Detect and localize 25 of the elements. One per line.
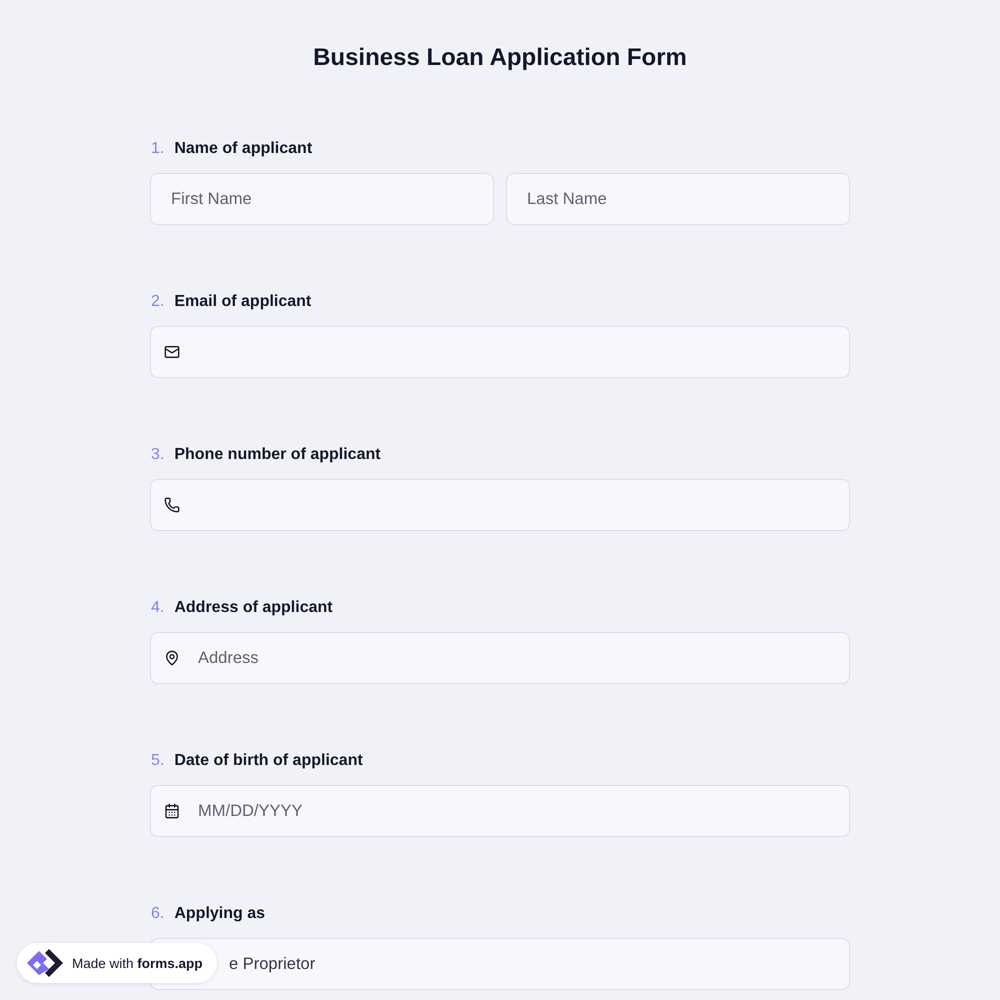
question-label: Applying as <box>174 905 266 923</box>
question-label: Name of applicant <box>174 140 312 158</box>
input-field[interactable]: MM/DD/YYYY <box>150 785 850 837</box>
map-pin-icon <box>164 650 180 666</box>
mail-icon <box>164 344 180 360</box>
logo-icon <box>25 947 65 979</box>
question-number: 3. <box>151 446 164 464</box>
input-field[interactable]: Address <box>150 632 850 684</box>
question-number: 1. <box>151 140 164 158</box>
question-number: 4. <box>151 599 164 617</box>
question-label: Address of applicant <box>174 599 333 617</box>
question-number: 6. <box>151 905 164 923</box>
question-label: Email of applicant <box>174 293 312 311</box>
form-title: Business Loan Application Form <box>312 43 688 73</box>
question-label: Phone number of applicant <box>174 446 381 464</box>
made-with-badge[interactable]: Made with forms.app <box>17 943 217 983</box>
input-field[interactable] <box>150 326 850 378</box>
phone-icon <box>164 497 180 513</box>
question-number: 5. <box>151 752 164 770</box>
question-number: 2. <box>151 293 164 311</box>
input-field[interactable]: First Name <box>150 173 494 225</box>
calendar-icon <box>164 803 180 819</box>
input-field[interactable] <box>150 479 850 531</box>
input-field[interactable]: Last Name <box>506 173 850 225</box>
question-label: Date of birth of applicant <box>174 752 363 770</box>
